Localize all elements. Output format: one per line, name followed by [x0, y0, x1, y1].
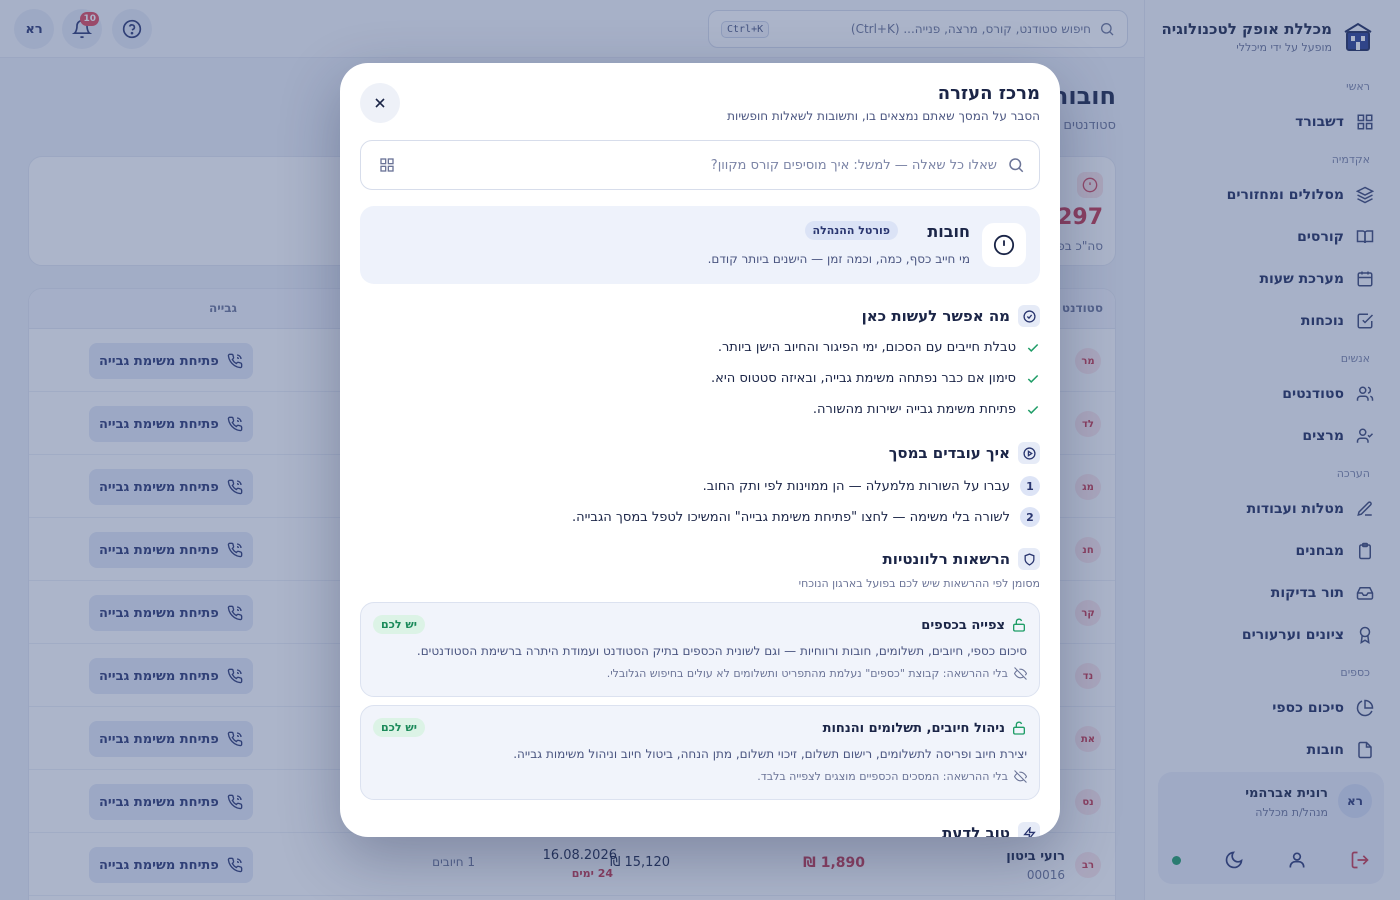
current-page-card: חובות פורטל ההנהלה מי חייב כסף, כמה, וכמ… — [360, 206, 1040, 284]
zap-icon — [1018, 822, 1040, 837]
permissions-note: מסומן לפי ההרשאות שיש לכם בפועל בארגון ה… — [798, 577, 1040, 590]
permission-without-text: בלי ההרשאה: קבוצת "כספים" נעלמת מהתפריט … — [606, 667, 1008, 680]
search-icon — [1007, 156, 1025, 174]
section-title: מה אפשר לעשות כאן — [861, 307, 1010, 325]
close-button[interactable] — [360, 83, 400, 123]
help-center-modal: מרכז העזרה הסבר על המסך שאתם נמצאים בו, … — [340, 63, 1060, 837]
step-item: 1 עברו על השורות מלמעלה — הן ממוינות לפי… — [703, 476, 1040, 496]
current-page-title: חובות — [927, 222, 970, 241]
step-number: 1 — [1020, 476, 1040, 496]
permission-granted-badge: יש לכם — [373, 718, 425, 737]
section-good-to-know: טוב לדעת — [942, 822, 1040, 837]
play-circle-icon — [1018, 442, 1040, 464]
shield-icon — [1018, 548, 1040, 570]
list-item-text: טבלת חייבים עם הסכום, ימי הפיגור והחיוב … — [717, 340, 1016, 355]
check-icon — [1026, 341, 1040, 355]
grid-icon[interactable] — [375, 153, 399, 177]
list-item: סימון אם כבר נפתחה משימת גבייה, ובאיזה ס… — [711, 371, 1040, 386]
current-page-description: מי חייב כסף, כמה, וכמה זמן — הישנים ביות… — [707, 252, 970, 266]
modal-subtitle: הסבר על המסך שאתם נמצאים בו, ותשובות לשא… — [727, 109, 1040, 123]
permission-without: בלי ההרשאה: קבוצת "כספים" נעלמת מהתפריט … — [607, 667, 1027, 680]
eye-off-icon — [1014, 770, 1027, 783]
section-title: איך עובדים במסך — [888, 444, 1010, 462]
portal-badge: פורטל ההנהלה — [804, 221, 898, 240]
section-can-do: מה אפשר לעשות כאן — [862, 305, 1040, 327]
step-item: 2 לשורה בלי משימה — לחצו "פתיחת משימת גב… — [572, 507, 1040, 527]
section-title: טוב לדעת — [942, 824, 1010, 837]
help-search-input[interactable] — [409, 157, 997, 173]
help-search — [360, 140, 1040, 190]
check-circle-icon — [1018, 305, 1040, 327]
modal-title: מרכז העזרה — [937, 83, 1040, 104]
list-item-text: סימון אם כבר נפתחה משימת גבייה, ובאיזה ס… — [711, 371, 1016, 386]
permission-description: יצירת חיוב ופריסה לתשלומים, רישום תשלום,… — [513, 747, 1027, 761]
section-permissions: הרשאות רלוונטיות — [883, 548, 1040, 570]
unlock-icon — [1011, 617, 1027, 633]
permission-title: צפייה בכספים — [921, 618, 1005, 633]
check-icon — [1026, 372, 1040, 386]
section-how-to: איך עובדים במסך — [889, 442, 1040, 464]
permission-description: סיכום כספי, חיובים, תשלומים, חובות ורווח… — [416, 644, 1027, 658]
step-text: עברו על השורות מלמעלה — הן ממוינות לפי ו… — [702, 478, 1010, 494]
unlock-icon — [1011, 720, 1027, 736]
step-text: לשורה בלי משימה — לחצו "פתיחת משימת גביי… — [571, 509, 1010, 525]
close-icon — [372, 95, 388, 111]
list-item: טבלת חייבים עם הסכום, ימי הפיגור והחיוב … — [718, 340, 1040, 355]
permission-card: ניהול חיובים, תשלומים והנחות יש לכם יציר… — [360, 705, 1040, 800]
alert-circle-icon — [982, 223, 1026, 267]
permission-without: בלי ההרשאה: המסכים הכספיים מוצגים לצפייה… — [757, 770, 1027, 783]
step-number: 2 — [1020, 507, 1040, 527]
permission-title: ניהול חיובים, תשלומים והנחות — [822, 721, 1005, 736]
permission-without-text: בלי ההרשאה: המסכים הכספיים מוצגים לצפייה… — [757, 770, 1008, 783]
permission-card: צפייה בכספים יש לכם סיכום כספי, חיובים, … — [360, 602, 1040, 697]
section-title: הרשאות רלוונטיות — [882, 550, 1010, 568]
check-icon — [1026, 403, 1040, 417]
permission-granted-badge: יש לכם — [373, 615, 425, 634]
list-item: פתיחת משימת גבייה ישירות מהשורה. — [813, 402, 1040, 417]
eye-off-icon — [1014, 667, 1027, 680]
list-item-text: פתיחת משימת גבייה ישירות מהשורה. — [812, 402, 1016, 417]
